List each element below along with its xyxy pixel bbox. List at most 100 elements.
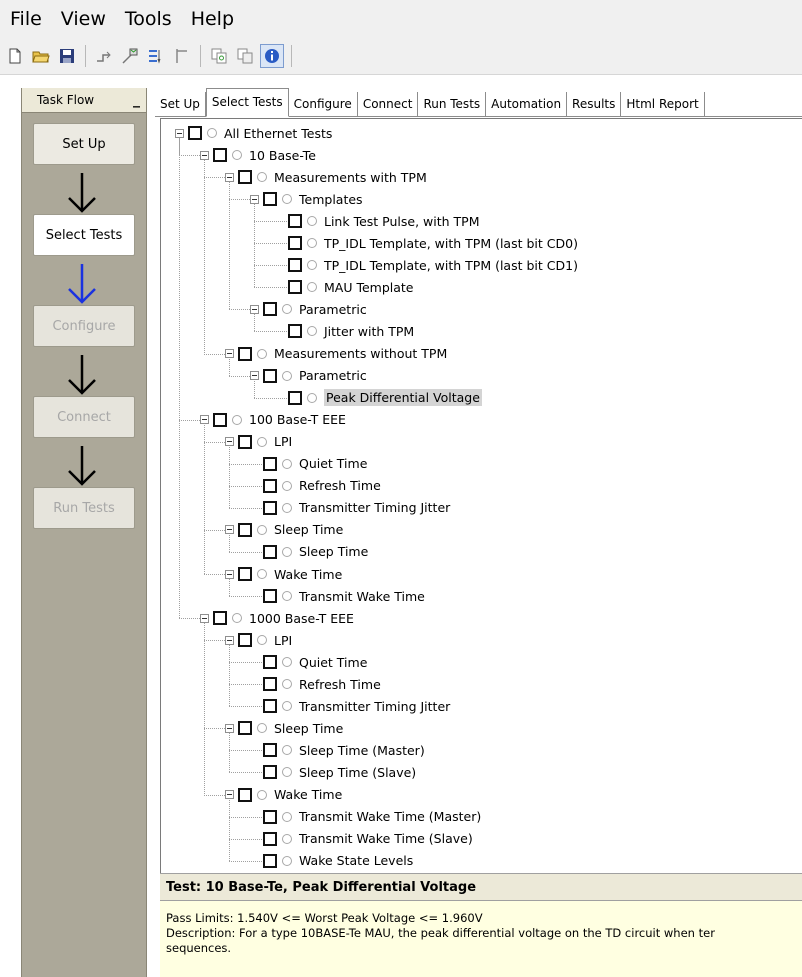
tree-item-label[interactable]: Refresh Time [299, 478, 381, 493]
test-checkbox[interactable] [288, 258, 302, 273]
tree-row[interactable]: TP_IDL Template, with TPM (last bit CD1) [275, 254, 578, 276]
tree-item-label[interactable]: Sleep Time [299, 544, 368, 559]
tree-item-label[interactable]: MAU Template [324, 280, 414, 295]
test-checkbox[interactable] [263, 853, 277, 868]
collapse-toggle-icon[interactable] [225, 349, 234, 358]
tree-row[interactable]: TP_IDL Template, with TPM (last bit CD0) [275, 232, 578, 254]
info-icon[interactable] [260, 44, 284, 68]
tree-item-label[interactable]: Transmitter Timing Jitter [299, 500, 450, 515]
flow-step-select-tests[interactable]: Select Tests [33, 214, 135, 256]
save-icon[interactable] [56, 45, 78, 67]
tree-row[interactable]: Transmit Wake Time (Slave) [250, 828, 473, 850]
tree-item-label[interactable]: Sleep Time [274, 522, 343, 537]
tree-item-label[interactable]: Refresh Time [299, 677, 381, 692]
paste-icon[interactable] [234, 45, 256, 67]
tab-configure[interactable]: Configure [288, 92, 358, 116]
tree-row[interactable]: Link Test Pulse, with TPM [275, 210, 479, 232]
test-checkbox[interactable] [213, 611, 227, 626]
tree-item-label[interactable]: All Ethernet Tests [224, 126, 332, 141]
test-checkbox[interactable] [188, 126, 202, 140]
tree-item-label[interactable]: 10 Base-Te [249, 148, 316, 163]
tree-item-label[interactable]: Jitter with TPM [324, 324, 414, 339]
tree-row[interactable]: Quiet Time [250, 453, 367, 475]
menu-tools[interactable]: Tools [115, 0, 181, 38]
test-checkbox[interactable] [263, 809, 277, 824]
tree-item-label[interactable]: Templates [299, 192, 363, 207]
tree-row[interactable]: Sleep Time (Slave) [250, 761, 416, 783]
tree-row[interactable]: Wake Time [225, 784, 342, 806]
flow-step-configure[interactable]: Configure [33, 305, 135, 347]
tree-row[interactable]: Transmitter Timing Jitter [250, 695, 450, 717]
tab-select-tests[interactable]: Select Tests [205, 88, 289, 117]
flow-step-set-up[interactable]: Set Up [33, 123, 135, 165]
tree-row[interactable]: LPI [225, 431, 292, 453]
tree-item-label[interactable]: 100 Base-T EEE [249, 412, 346, 427]
tree-row[interactable]: Transmit Wake Time (Master) [250, 806, 481, 828]
tree-row[interactable]: Refresh Time [250, 673, 381, 695]
tab-automation[interactable]: Automation [486, 92, 568, 116]
test-checkbox[interactable] [263, 368, 277, 383]
tree-row[interactable]: Sleep Time (Master) [250, 739, 425, 761]
tree-row[interactable]: Sleep Time [225, 519, 343, 541]
test-checkbox[interactable] [238, 346, 252, 361]
menu-help[interactable]: Help [181, 0, 243, 38]
test-checkbox[interactable] [288, 236, 302, 251]
test-checkbox[interactable] [263, 743, 277, 758]
test-checkbox[interactable] [263, 589, 277, 604]
step-icon[interactable] [93, 45, 115, 67]
tab-html-report[interactable]: Html Report [621, 92, 705, 116]
align-icon[interactable] [171, 45, 193, 67]
collapse-toggle-icon[interactable] [250, 304, 259, 314]
open-folder-icon[interactable] [30, 45, 52, 67]
tree-item-label[interactable]: LPI [274, 633, 292, 648]
tree-item-label[interactable]: TP_IDL Template, with TPM (last bit CD1) [324, 258, 578, 273]
tree-item-label[interactable]: Quiet Time [299, 655, 367, 670]
tree-row[interactable]: Measurements without TPM [225, 343, 447, 365]
tree-row[interactable]: MAU Template [275, 276, 414, 298]
tree-item-label[interactable]: 1000 Base-T EEE [249, 611, 354, 626]
test-checkbox[interactable] [263, 699, 277, 714]
tab-connect[interactable]: Connect [357, 92, 419, 116]
test-checkbox[interactable] [213, 148, 227, 163]
tree-item-label[interactable]: Transmit Wake Time (Master) [299, 809, 481, 824]
tree-item-label[interactable]: Wake State Levels [299, 853, 413, 868]
tree-item-label[interactable]: Link Test Pulse, with TPM [324, 214, 479, 229]
test-checkbox[interactable] [263, 500, 277, 515]
test-checkbox[interactable] [288, 390, 302, 405]
tree-item-label[interactable]: Parametric [299, 302, 367, 317]
test-checkbox[interactable] [263, 456, 277, 471]
collapse-toggle-icon[interactable] [225, 525, 234, 535]
tab-run-tests[interactable]: Run Tests [418, 92, 487, 116]
tree-row[interactable]: Peak Differential Voltage [275, 387, 482, 409]
tree-item-label[interactable]: Measurements with TPM [274, 170, 427, 185]
export-icon[interactable] [119, 45, 141, 67]
test-checkbox[interactable] [238, 633, 252, 648]
tree-row[interactable]: Sleep Time [225, 717, 343, 739]
tree-item-label[interactable]: Transmitter Timing Jitter [299, 699, 450, 714]
test-checkbox[interactable] [288, 280, 302, 295]
test-checkbox[interactable] [238, 522, 252, 537]
tree-row[interactable]: Templates [250, 188, 363, 210]
tree-row[interactable]: Jitter with TPM [275, 320, 414, 342]
collapse-toggle-icon[interactable] [225, 437, 234, 447]
tree-row[interactable]: LPI [225, 629, 292, 651]
test-checkbox[interactable] [288, 324, 302, 339]
collapse-toggle-icon[interactable] [225, 790, 234, 799]
tree-item-label[interactable]: Wake Time [274, 567, 342, 582]
collapse-toggle-icon[interactable] [225, 172, 234, 182]
tree-row[interactable]: Wake State Levels [250, 850, 413, 872]
test-checkbox[interactable] [263, 831, 277, 846]
test-checkbox[interactable] [238, 721, 252, 736]
collapse-toggle-icon[interactable] [175, 128, 184, 138]
tree-item-label[interactable]: TP_IDL Template, with TPM (last bit CD0) [324, 236, 578, 251]
tree-item-label[interactable]: LPI [274, 434, 292, 449]
tab-results[interactable]: Results [567, 92, 622, 116]
tree-item-label[interactable]: Transmit Wake Time [299, 589, 425, 604]
tree-row[interactable]: Sleep Time [250, 541, 368, 563]
test-checkbox[interactable] [238, 434, 252, 449]
collapse-toggle-icon[interactable] [225, 723, 234, 733]
tree-row[interactable]: Wake Time [225, 563, 342, 585]
test-checkbox[interactable] [263, 192, 277, 207]
tree-row[interactable]: Transmitter Timing Jitter [250, 497, 450, 519]
tree-item-label[interactable]: Sleep Time (Master) [299, 743, 425, 758]
